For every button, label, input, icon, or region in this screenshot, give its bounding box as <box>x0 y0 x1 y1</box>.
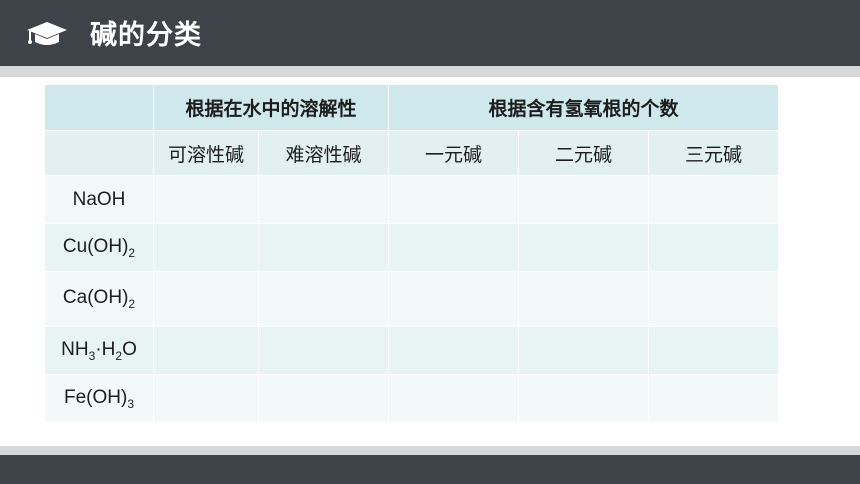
base-classification-table: 根据在水中的溶解性 根据含有氢氧根的个数 可溶性碱 难溶性碱 一元碱 二元碱 三… <box>44 84 780 423</box>
row-label: Cu(OH)2 <box>44 223 154 272</box>
table-cell <box>648 374 780 423</box>
row-label: Ca(OH)2 <box>44 271 154 327</box>
row-label: NH3·H2O <box>44 326 154 375</box>
table-cell <box>388 223 520 272</box>
sub-header-soluble: 可溶性碱 <box>153 130 259 176</box>
table-cell <box>153 374 259 423</box>
sub-header-row: 可溶性碱 难溶性碱 一元碱 二元碱 三元碱 <box>44 130 780 176</box>
sub-header-tribasic: 三元碱 <box>648 130 780 176</box>
header-bar: 碱的分类 <box>0 0 860 66</box>
table-cell <box>648 326 780 375</box>
group-header-solubility: 根据在水中的溶解性 <box>152 84 390 131</box>
table-cell <box>518 271 650 327</box>
sub-header-monobasic: 一元碱 <box>388 130 520 176</box>
table-cell <box>518 326 650 375</box>
table-cell <box>388 175 520 224</box>
graduation-cap-icon <box>27 22 67 45</box>
sub-header-insoluble: 难溶性碱 <box>257 130 390 176</box>
row-label: Fe(OH)3 <box>44 374 154 423</box>
footer-bar <box>0 455 860 484</box>
table-cell <box>388 271 520 327</box>
corner-cell <box>44 84 154 131</box>
footer-stripe <box>0 446 860 455</box>
table-cell <box>518 175 650 224</box>
table-row: NaOH <box>44 175 780 224</box>
row-label: NaOH <box>44 175 154 224</box>
table-cell <box>257 223 390 272</box>
table-row: Ca(OH)2 <box>44 271 780 327</box>
table-row: Cu(OH)2 <box>44 223 780 272</box>
table-cell <box>648 223 780 272</box>
table-row: Fe(OH)3 <box>44 374 780 423</box>
table-cell <box>518 374 650 423</box>
table-row: NH3·H2O <box>44 326 780 375</box>
header-stripe <box>0 66 860 77</box>
table-cell <box>153 271 259 327</box>
sub-header-dibasic: 二元碱 <box>518 130 650 176</box>
table-cell <box>257 271 390 327</box>
table-cell <box>518 223 650 272</box>
table-cell <box>257 326 390 375</box>
table-cell <box>257 374 390 423</box>
table-cell <box>153 175 259 224</box>
table-cell <box>153 326 259 375</box>
group-header-row: 根据在水中的溶解性 根据含有氢氧根的个数 <box>44 84 780 131</box>
page-title: 碱的分类 <box>90 20 202 51</box>
table-cell <box>648 271 780 327</box>
table-cell <box>648 175 780 224</box>
table-cell <box>388 374 520 423</box>
table-cell <box>388 326 520 375</box>
corner-cell <box>44 130 154 176</box>
table-cell <box>257 175 390 224</box>
table-cell <box>153 223 259 272</box>
group-header-hydroxide-count: 根据含有氢氧根的个数 <box>388 84 780 131</box>
